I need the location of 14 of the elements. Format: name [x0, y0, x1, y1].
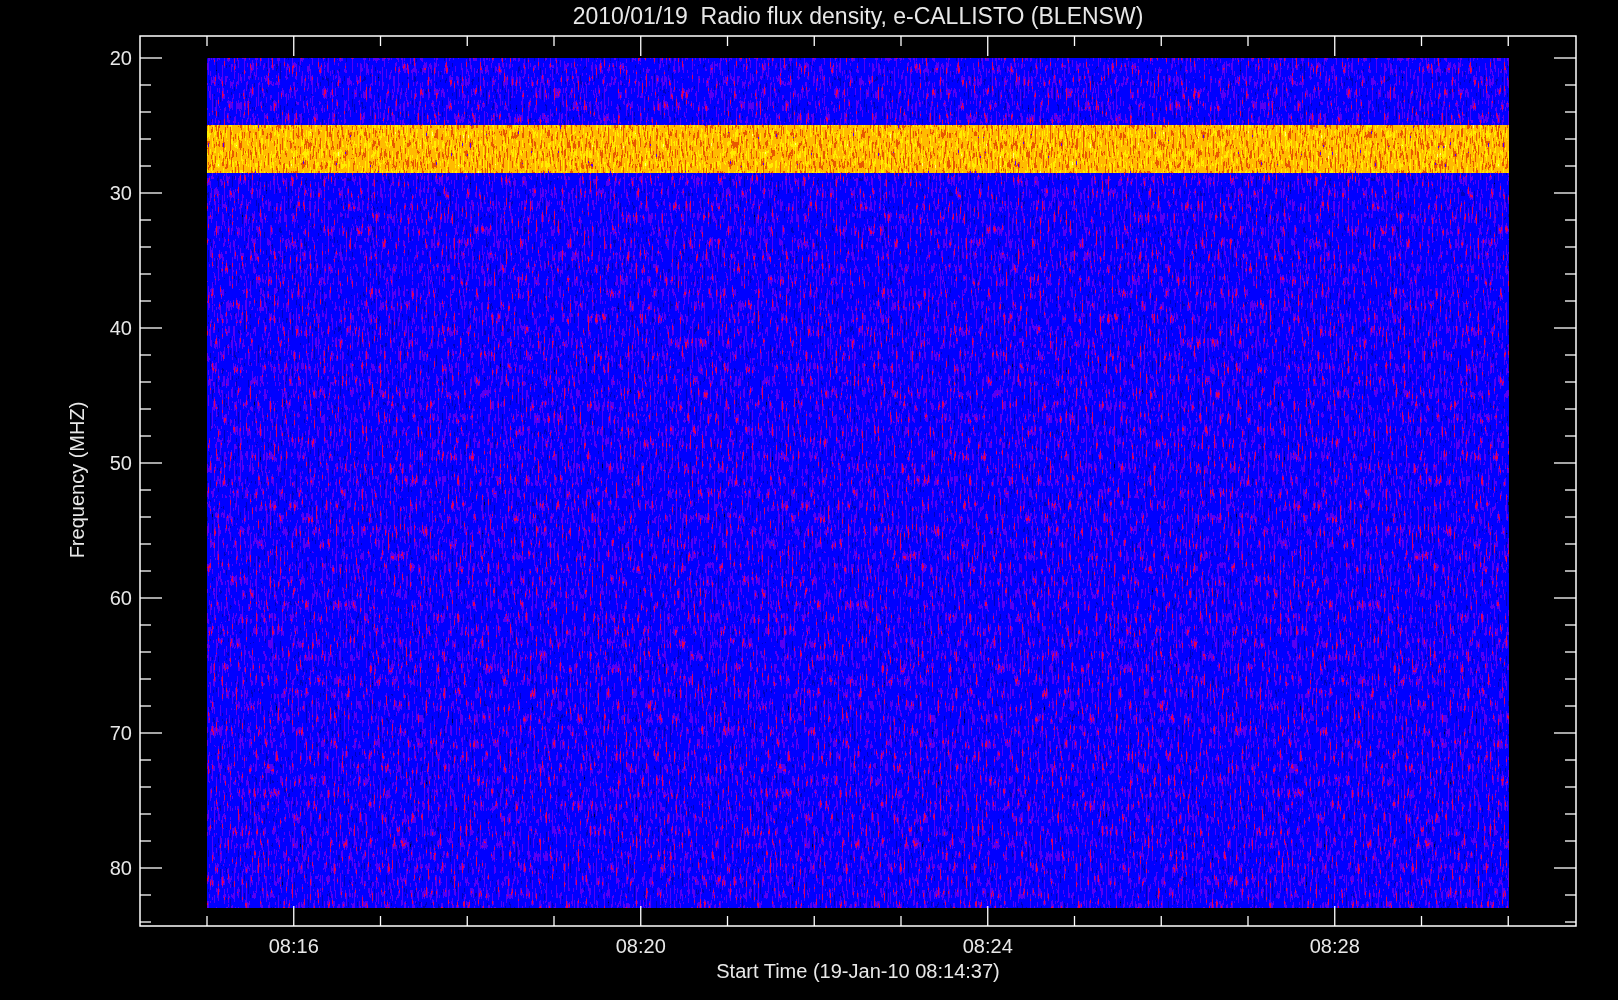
axis-tick-label: 08:16 — [268, 935, 319, 957]
axis-tick-label: 40 — [109, 317, 132, 339]
axis-tick-label: 08:20 — [615, 935, 666, 957]
axis-tick-label: 08:28 — [1309, 935, 1360, 957]
axis-tick-label: 60 — [109, 587, 132, 609]
axis-label: Start Time (19-Jan-10 08:14:37) — [716, 960, 1000, 982]
chart-title: 2010/01/19 Radio flux density, e-CALLISTO (BLENSW) — [572, 3, 1144, 29]
axis-label: Frequency (MHZ) — [66, 401, 88, 559]
axis-tick-label: 70 — [109, 722, 132, 744]
axis-tick-label: 50 — [109, 452, 132, 474]
axis-tick-label: 80 — [109, 857, 132, 879]
axis-tick-label: 30 — [109, 182, 132, 204]
axis-tick-label: 20 — [109, 47, 132, 69]
axis-tick-label: 08:24 — [962, 935, 1013, 957]
